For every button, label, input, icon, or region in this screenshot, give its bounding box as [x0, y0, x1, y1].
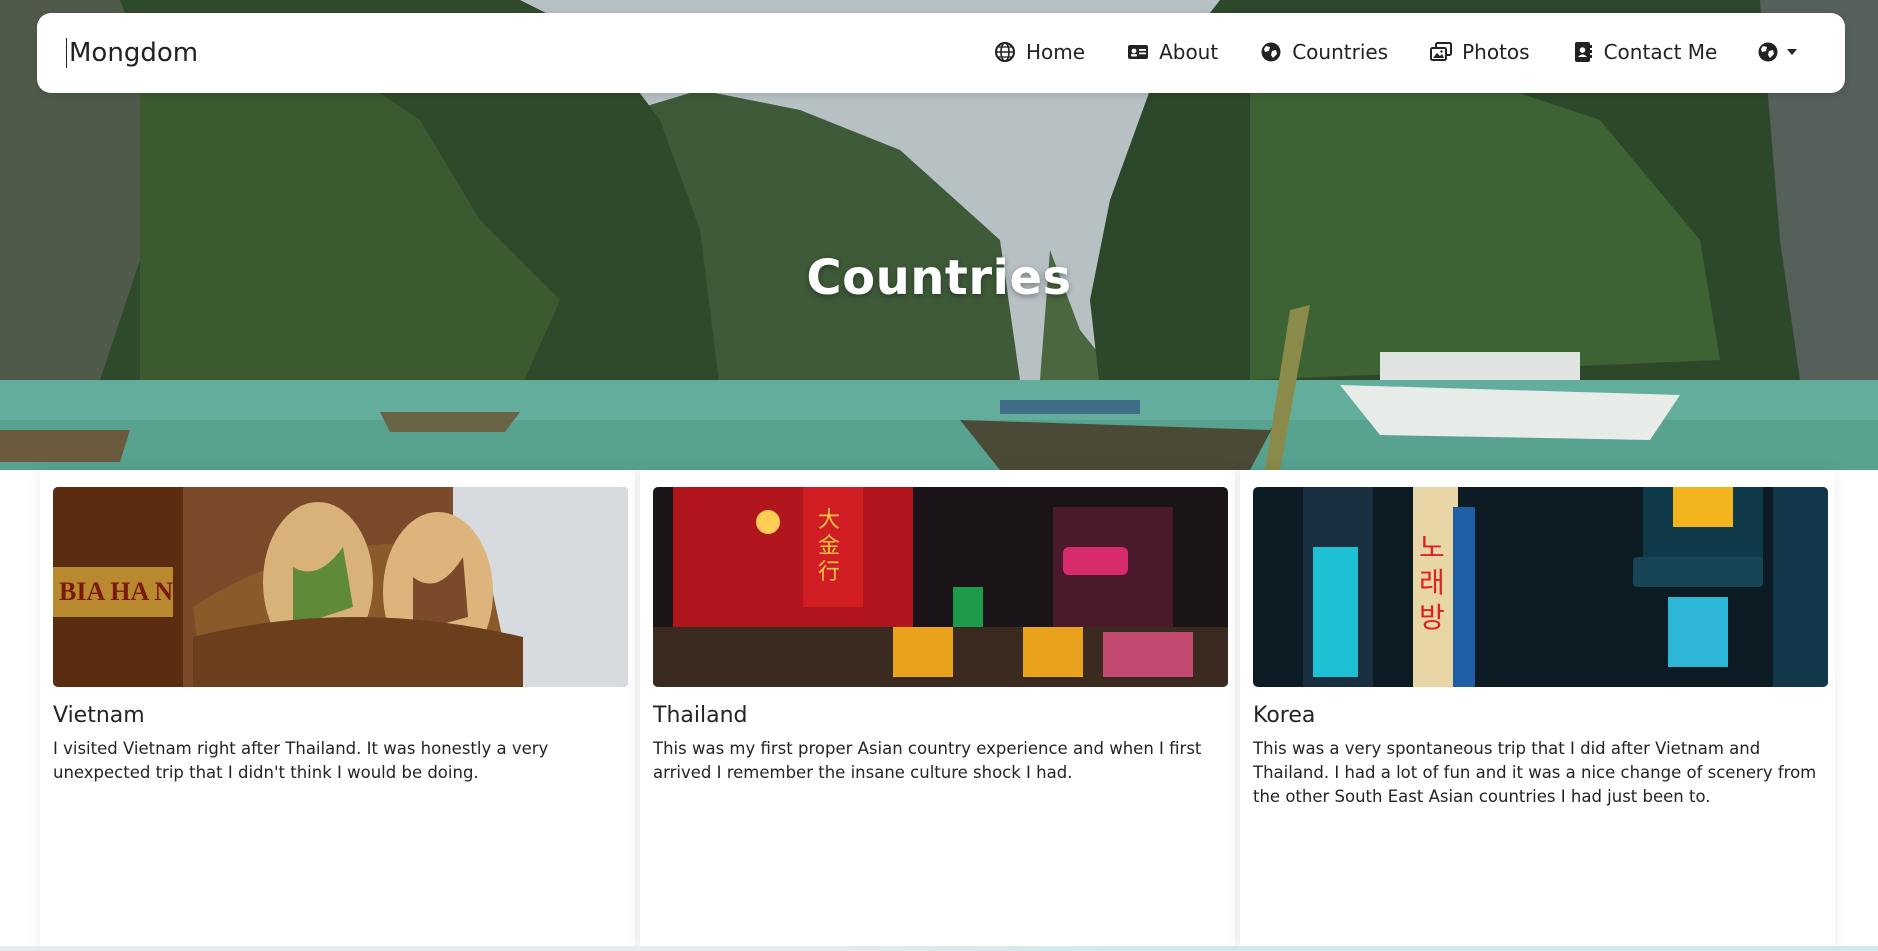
country-cards: BIA HA N Vietnam I visited Vietnam right…	[40, 470, 1840, 951]
svg-text:BIA HA N: BIA HA N	[59, 577, 173, 606]
nav-item-photos[interactable]: Photos	[1430, 39, 1530, 65]
svg-text:金: 金	[818, 534, 840, 559]
navbar: Mongdom Home About Countries Photos Cont…	[37, 13, 1845, 93]
nav-item-home[interactable]: Home	[994, 39, 1085, 65]
card-title: Korea	[1253, 703, 1316, 728]
nav-item-countries[interactable]: Countries	[1260, 39, 1388, 65]
brand-logo[interactable]: Mongdom	[66, 38, 198, 68]
nav-label-photos: Photos	[1462, 40, 1530, 64]
svg-text:래: 래	[1419, 566, 1445, 599]
language-dropdown[interactable]	[1757, 41, 1797, 63]
nav-label-about: About	[1159, 40, 1219, 64]
card-title: Thailand	[653, 703, 748, 728]
nav-label-home: Home	[1026, 40, 1086, 64]
card-text: This was a very spontaneous trip that I …	[1253, 739, 1817, 806]
card-image-vietnam: BIA HA N	[53, 487, 628, 687]
photos-icon	[1430, 42, 1453, 61]
page-scroll-edge	[0, 946, 1878, 951]
nav-label-contact: Contact Me	[1603, 40, 1718, 64]
nav-links: Home About Countries Photos Contact Me	[994, 39, 1759, 65]
nav-item-about[interactable]: About	[1127, 39, 1218, 65]
earth-icon	[1758, 42, 1778, 62]
contact-book-icon	[1574, 42, 1592, 62]
card-text: This was my first proper Asian country e…	[653, 739, 1202, 782]
card-vietnam[interactable]: BIA HA N Vietnam I visited Vietnam right…	[40, 470, 635, 951]
chevron-down-icon	[1787, 49, 1797, 55]
nav-label-countries: Countries	[1292, 40, 1389, 64]
card-text: I visited Vietnam right after Thailand. …	[53, 739, 549, 782]
svg-text:방: 방	[1419, 601, 1445, 634]
card-thailand[interactable]: 大 金 行 Thailand This was my first proper …	[640, 470, 1235, 951]
page-title: Countries	[806, 250, 1072, 306]
svg-text:노: 노	[1419, 531, 1445, 564]
id-card-icon	[1128, 45, 1149, 59]
earth-icon	[1261, 42, 1281, 62]
svg-text:大: 大	[818, 508, 840, 533]
card-image-korea: 노 래 방	[1253, 487, 1828, 687]
card-korea[interactable]: 노 래 방 Korea This was a very spontaneous …	[1240, 470, 1835, 951]
svg-text:行: 行	[818, 560, 840, 585]
nav-item-contact[interactable]: Contact Me	[1572, 39, 1718, 65]
globe-icon	[995, 42, 1015, 62]
card-title: Vietnam	[53, 703, 145, 728]
card-image-thailand: 大 金 行	[653, 487, 1228, 687]
